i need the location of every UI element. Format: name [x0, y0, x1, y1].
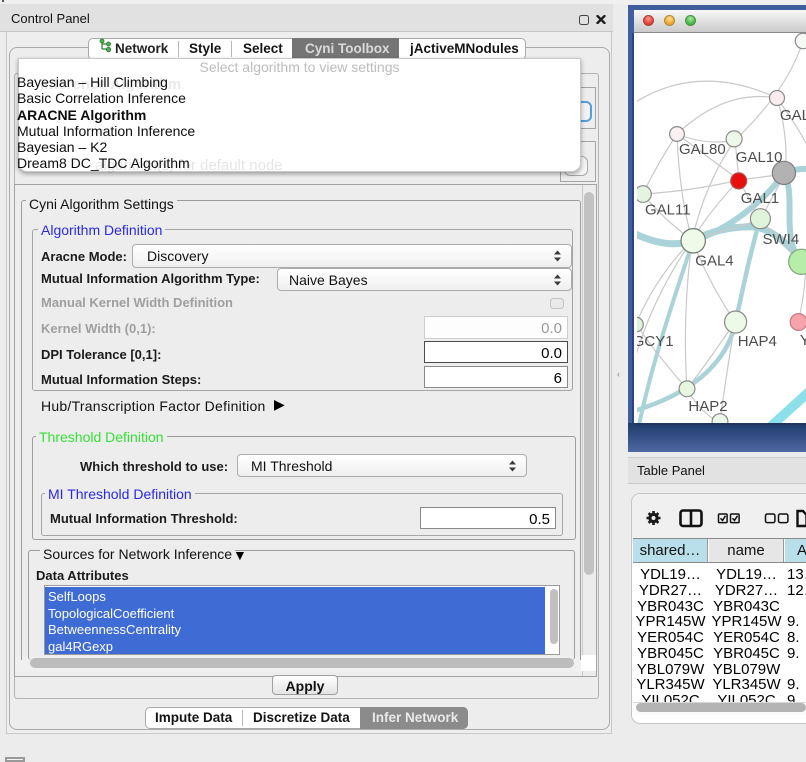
svg-text:GAL11: GAL11: [645, 202, 691, 219]
svg-text:GAL4: GAL4: [695, 253, 733, 270]
svg-text:HAP4: HAP4: [738, 333, 777, 350]
svg-text:HAP2: HAP2: [688, 398, 727, 415]
svg-text:GAL80: GAL80: [679, 141, 726, 158]
svg-text:SWI4: SWI4: [763, 231, 800, 248]
svg-text:Y: Y: [800, 332, 806, 349]
svg-text:GCY1: GCY1: [637, 333, 674, 350]
svg-text:GAL10: GAL10: [736, 149, 783, 166]
svg-text:GAL1: GAL1: [741, 190, 779, 207]
svg-text:GAL8: GAL8: [780, 107, 806, 124]
